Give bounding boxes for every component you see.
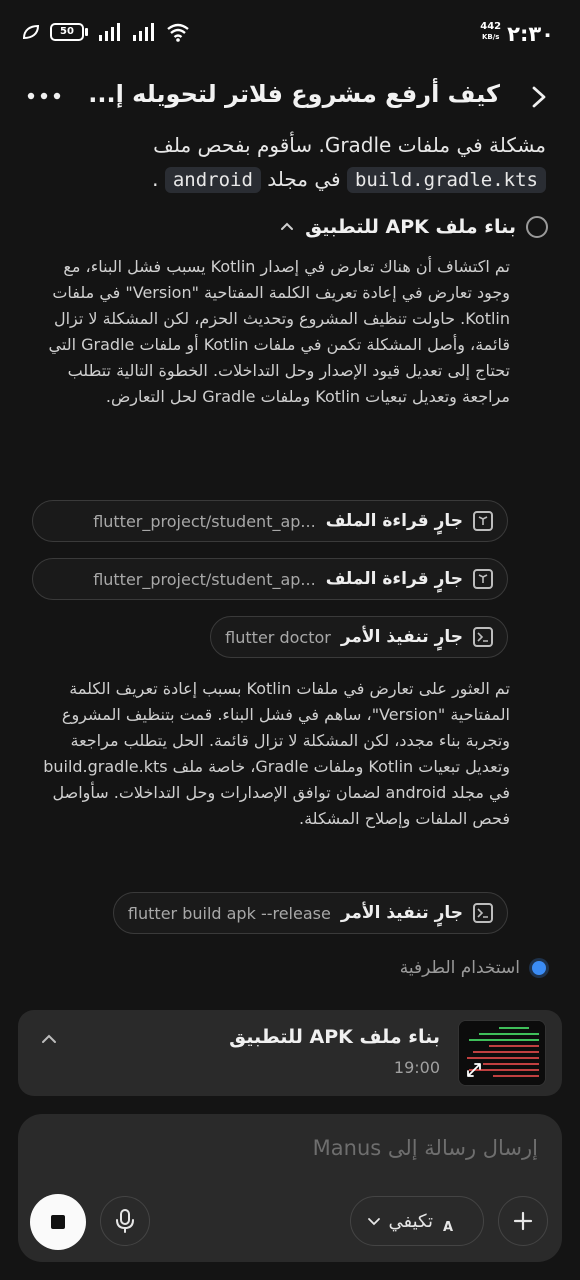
chevron-up-icon[interactable] [279,219,295,235]
header: كيف أرفع مشروع فلاتر لتحويله إ... [0,72,580,124]
step-arg: flutter build apk --release [127,903,331,923]
task-progress-card[interactable]: بناء ملف APK للتطبيق 19:00 [18,1010,562,1096]
more-options-icon[interactable] [24,82,64,110]
step-label: جارٍ قراءة الملف [325,569,463,589]
microphone-icon [116,1209,134,1233]
translate-icon: 文A [443,1220,453,1233]
net-speed-value: 442 [480,21,502,32]
battery-icon: 50 [50,23,88,41]
book-icon [473,511,493,531]
card-time: 19:00 [393,1058,440,1077]
intro-middle: في مجلد [260,167,347,191]
step-arg: flutter_project/student_ap... [93,569,316,589]
battery-level: 50 [50,23,84,41]
back-icon[interactable] [524,80,554,114]
step-arg: flutter doctor [225,627,331,647]
wifi-icon [167,23,189,42]
net-speed: 442 KB/s [480,22,501,42]
intro-line2: build.gradle.kts في مجلد android . [26,162,546,197]
chevron-up-icon[interactable] [40,1030,58,1048]
step-chip-read-file-1[interactable]: جارٍ قراءة الملف flutter_project/student… [32,500,508,542]
step-chip-read-file-2[interactable]: جارٍ قراءة الملف flutter_project/student… [32,558,508,600]
signal-icon-2 [133,23,154,41]
message-input[interactable] [58,1136,538,1160]
add-attachment-button[interactable] [498,1196,548,1246]
terminal-status: استخدام الطرفية [400,958,546,978]
adaptive-mode-button[interactable]: 文A تكيفي [349,1196,484,1246]
task-status-circle-icon [526,216,548,238]
task-paragraph-2: تم العثور على تعارض في ملفات Kotlin بسبب… [43,679,510,828]
step-chip-run-command-2[interactable]: جارٍ تنفيذ الأمر flutter build apk --rel… [112,892,508,934]
status-right: 442 KB/s ٢:٣٠ [480,22,554,47]
adaptive-mode-label: تكيفي [388,1210,434,1232]
step-label: جارٍ تنفيذ الأمر [340,903,463,923]
task-header[interactable]: بناء ملف APK للتطبيق [279,210,548,244]
svg-text:A: A [443,1220,453,1233]
status-icons: 50 [22,22,190,42]
plus-icon [513,1211,533,1231]
step-chip-run-command-1[interactable]: جارٍ تنفيذ الأمر flutter doctor [210,616,508,658]
terminal-label: استخدام الطرفية [399,958,520,978]
chevron-down-icon [367,1218,380,1226]
voice-input-button[interactable] [100,1196,150,1246]
activity-dot-icon [532,961,546,975]
card-title: بناء ملف APK للتطبيق [229,1026,440,1048]
code-build-gradle: build.gradle.kts [346,167,546,193]
terminal-icon [473,903,493,923]
page-title: كيف أرفع مشروع فلاتر لتحويله إ... [88,80,500,108]
stop-button[interactable] [30,1194,86,1250]
book-icon [473,569,493,589]
step-arg: flutter_project/student_ap... [93,511,316,531]
intro-text: مشكلة في ملفات Gradle. سأقوم بفحص ملف bu… [26,128,546,197]
task-title: بناء ملف APK للتطبيق [305,216,516,238]
step-label: جارٍ قراءة الملف [325,511,463,531]
intro-end: . [152,167,165,191]
terminal-thumbnail[interactable] [458,1020,546,1086]
step-label: جارٍ تنفيذ الأمر [340,627,463,647]
message-composer: 文A تكيفي [18,1114,562,1262]
stop-icon [51,1215,65,1229]
terminal-icon [473,627,493,647]
intro-line1: مشكلة في ملفات Gradle. سأقوم بفحص ملف [153,133,546,157]
signal-icon [99,23,120,41]
expand-icon[interactable] [465,1061,483,1079]
leaf-icon [22,24,40,40]
status-bar: 50 442 KB/s ٢:٣٠ [0,0,580,62]
task-paragraph-1: تم اكتشاف أن هناك تعارض في إصدار Kotlin … [48,257,510,406]
clock: ٢:٣٠ [507,22,554,46]
code-android: android [164,167,261,193]
net-speed-unit: KB/s [481,33,500,41]
